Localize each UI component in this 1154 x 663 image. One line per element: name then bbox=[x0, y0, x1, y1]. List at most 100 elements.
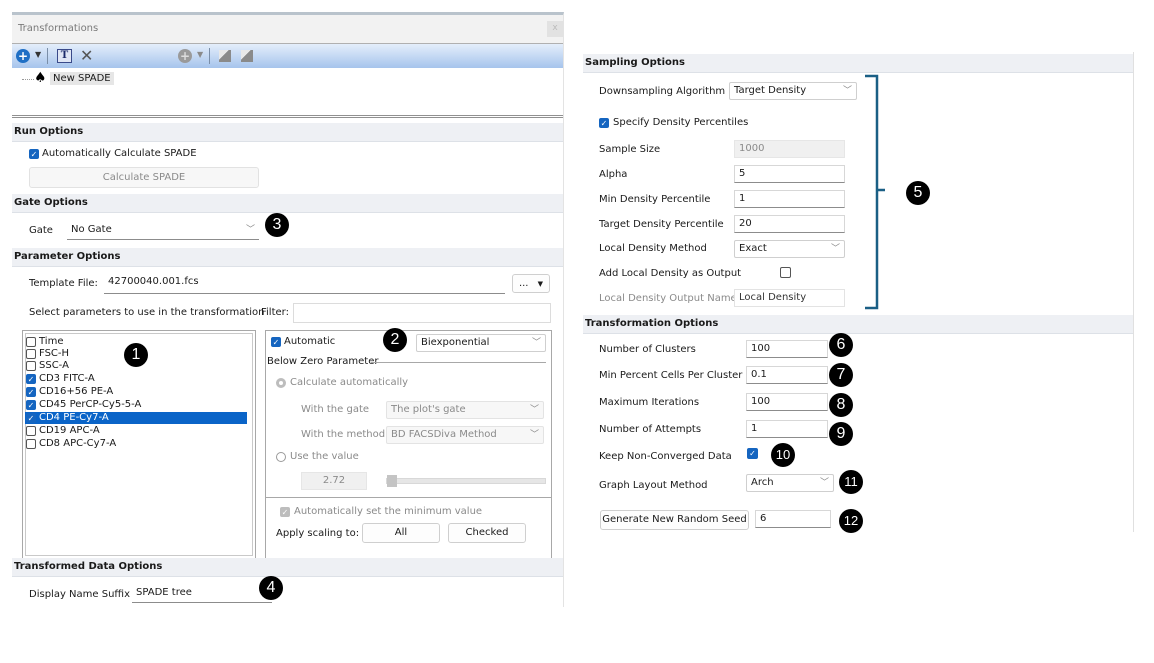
close-button[interactable]: x bbox=[547, 21, 563, 37]
sample-size-label: Sample Size bbox=[599, 144, 661, 155]
generate-random-seed-button[interactable]: Generate New Random Seed bbox=[600, 510, 749, 530]
min-percent-cells-field[interactable]: 0.1 bbox=[746, 366, 828, 384]
use-value-slider[interactable] bbox=[386, 475, 546, 487]
toolbar: + ▼ T ✕ + ▼ bbox=[12, 44, 563, 68]
panel-title: Transformations bbox=[18, 23, 99, 34]
apply-checked-button[interactable]: Checked bbox=[448, 523, 526, 543]
add-local-density-checkbox[interactable] bbox=[780, 267, 791, 278]
random-seed-field[interactable]: 6 bbox=[755, 510, 831, 528]
alpha-label: Alpha bbox=[599, 169, 628, 180]
auto-min-label: Automatically set the minimum value bbox=[294, 506, 483, 517]
use-value-radio[interactable] bbox=[276, 452, 286, 462]
number-of-clusters-field[interactable]: 100 bbox=[746, 340, 828, 358]
chevron-down-icon: ﹀ bbox=[819, 478, 829, 488]
template-file-field[interactable]: 42700040.001.fcs bbox=[104, 274, 505, 294]
below-zero-label: Below Zero Parameter bbox=[267, 356, 379, 367]
toolbar-separator bbox=[47, 48, 48, 64]
parameter-checkbox[interactable] bbox=[26, 361, 36, 371]
automatic-label: Automatic bbox=[284, 336, 336, 347]
parameter-item[interactable]: ✓ CD16+56 PE-A bbox=[25, 386, 247, 398]
with-gate-select[interactable]: The plot's gate ﹀ bbox=[386, 401, 544, 419]
calculate-spade-button[interactable]: Calculate SPADE bbox=[29, 167, 259, 188]
sample-size-field[interactable]: 1000 bbox=[734, 140, 845, 158]
add-disabled-icon: + bbox=[178, 49, 192, 63]
parameter-checkbox[interactable]: ✓ bbox=[26, 400, 36, 410]
alpha-field[interactable]: 5 bbox=[734, 165, 845, 183]
min-density-field[interactable]: 1 bbox=[734, 190, 845, 208]
parameter-checkbox[interactable]: ✓ bbox=[26, 387, 36, 397]
dropdown-arrow-icon[interactable]: ▼ bbox=[35, 50, 41, 59]
use-value-label: Use the value bbox=[290, 451, 359, 462]
copy-icon bbox=[219, 50, 231, 62]
transformed-data-options-header: Transformed Data Options bbox=[12, 558, 563, 577]
apply-scaling-label: Apply scaling to: bbox=[276, 528, 360, 539]
tree-item-new-spade[interactable]: New SPADE bbox=[50, 72, 114, 85]
calculate-auto-radio[interactable] bbox=[276, 378, 286, 388]
spade-options-panel: Sampling Options Downsampling Algorithm … bbox=[583, 52, 1134, 532]
transformations-tree: ♠ New SPADE bbox=[12, 69, 563, 118]
graph-layout-select[interactable]: Arch ﹀ bbox=[746, 474, 834, 492]
parameter-item[interactable]: ✓ CD3 FITC-A bbox=[25, 373, 247, 385]
auto-min-checkbox[interactable]: ✓ bbox=[280, 507, 290, 517]
parameter-checkbox[interactable] bbox=[26, 337, 36, 347]
callout-badge-11: 11 bbox=[839, 470, 863, 494]
callout-badge-8: 8 bbox=[829, 393, 853, 417]
chevron-down-icon: ﹀ bbox=[531, 338, 541, 348]
parameter-item[interactable]: CD8 APC-Cy7-A bbox=[25, 438, 247, 450]
chevron-down-icon: ﹀ bbox=[529, 405, 539, 415]
downsampling-algorithm-select[interactable]: Target Density ﹀ bbox=[729, 82, 857, 100]
rename-icon[interactable]: T bbox=[57, 49, 72, 63]
with-method-label: With the method bbox=[301, 429, 386, 440]
specify-density-label: Specify Density Percentiles bbox=[613, 117, 749, 128]
local-density-method-label: Local Density Method bbox=[599, 243, 707, 254]
browse-template-button[interactable]: ... ▼ bbox=[512, 274, 550, 293]
automatic-checkbox[interactable]: ✓ bbox=[271, 337, 281, 347]
parameter-item[interactable]: ✓ CD45 PerCP-Cy5-5-A bbox=[25, 399, 247, 411]
parameter-item-selected[interactable]: ✓ CD4 PE-Cy7-A bbox=[25, 412, 247, 424]
auto-calculate-checkbox[interactable]: ✓ bbox=[29, 149, 39, 159]
graph-layout-label: Graph Layout Method bbox=[599, 480, 708, 491]
gate-value: No Gate bbox=[71, 224, 112, 235]
use-value-field[interactable]: 2.72 bbox=[301, 472, 367, 490]
transformations-panel: Transformations x + ▼ T ✕ + ▼ ♠ New SPAD… bbox=[12, 12, 564, 607]
target-density-field[interactable]: 20 bbox=[734, 215, 845, 233]
parameter-checkbox[interactable] bbox=[26, 349, 36, 359]
local-density-method-select[interactable]: Exact ﹀ bbox=[734, 240, 845, 258]
target-density-label: Target Density Percentile bbox=[599, 219, 724, 230]
number-of-attempts-field[interactable]: 1 bbox=[746, 420, 828, 438]
divider bbox=[266, 497, 551, 498]
parameter-checkbox[interactable] bbox=[26, 426, 36, 436]
callout-badge-3: 3 bbox=[265, 213, 289, 237]
callout-badge-10: 10 bbox=[771, 443, 795, 467]
callout-badge-12: 12 bbox=[839, 509, 863, 533]
with-method-select[interactable]: BD FACSDiva Method ﹀ bbox=[386, 426, 544, 444]
display-name-suffix-field[interactable]: SPADE tree bbox=[132, 585, 272, 603]
parameter-checkbox[interactable]: ✓ bbox=[26, 413, 36, 423]
local-density-output-field[interactable]: Local Density bbox=[734, 289, 845, 307]
parameter-checkbox[interactable]: ✓ bbox=[26, 374, 36, 384]
keep-non-converged-checkbox[interactable]: ✓ bbox=[747, 448, 758, 459]
toolbar-separator bbox=[209, 48, 210, 64]
template-file-label: Template File: bbox=[29, 278, 98, 289]
delete-icon[interactable]: ✕ bbox=[80, 46, 93, 65]
select-parameters-label: Select parameters to use in the transfor… bbox=[29, 307, 265, 318]
add-icon[interactable]: + bbox=[16, 49, 30, 63]
auto-calculate-label: Automatically Calculate SPADE bbox=[42, 148, 197, 159]
specify-density-checkbox[interactable]: ✓ bbox=[599, 118, 609, 128]
maximum-iterations-label: Maximum Iterations bbox=[599, 397, 700, 408]
apply-all-button[interactable]: All bbox=[362, 523, 440, 543]
callout-badge-5: 5 bbox=[906, 181, 930, 205]
parameter-checkbox[interactable] bbox=[26, 439, 36, 449]
filter-input[interactable] bbox=[293, 303, 551, 323]
parameter-item[interactable]: CD19 APC-A bbox=[25, 425, 247, 437]
number-of-attempts-label: Number of Attempts bbox=[599, 424, 702, 435]
maximum-iterations-field[interactable]: 100 bbox=[746, 393, 828, 411]
groupbox-line bbox=[371, 362, 546, 363]
filter-label: Filter: bbox=[261, 307, 289, 318]
display-name-suffix-label: Display Name Suffix bbox=[29, 589, 130, 600]
slider-thumb[interactable] bbox=[387, 475, 397, 487]
scaling-type-select[interactable]: Biexponential ﹀ bbox=[416, 334, 546, 352]
gate-select[interactable]: No Gate ﹀ bbox=[67, 222, 259, 240]
paste-icon bbox=[241, 50, 253, 62]
panel-title-bar: Transformations x bbox=[12, 15, 563, 44]
